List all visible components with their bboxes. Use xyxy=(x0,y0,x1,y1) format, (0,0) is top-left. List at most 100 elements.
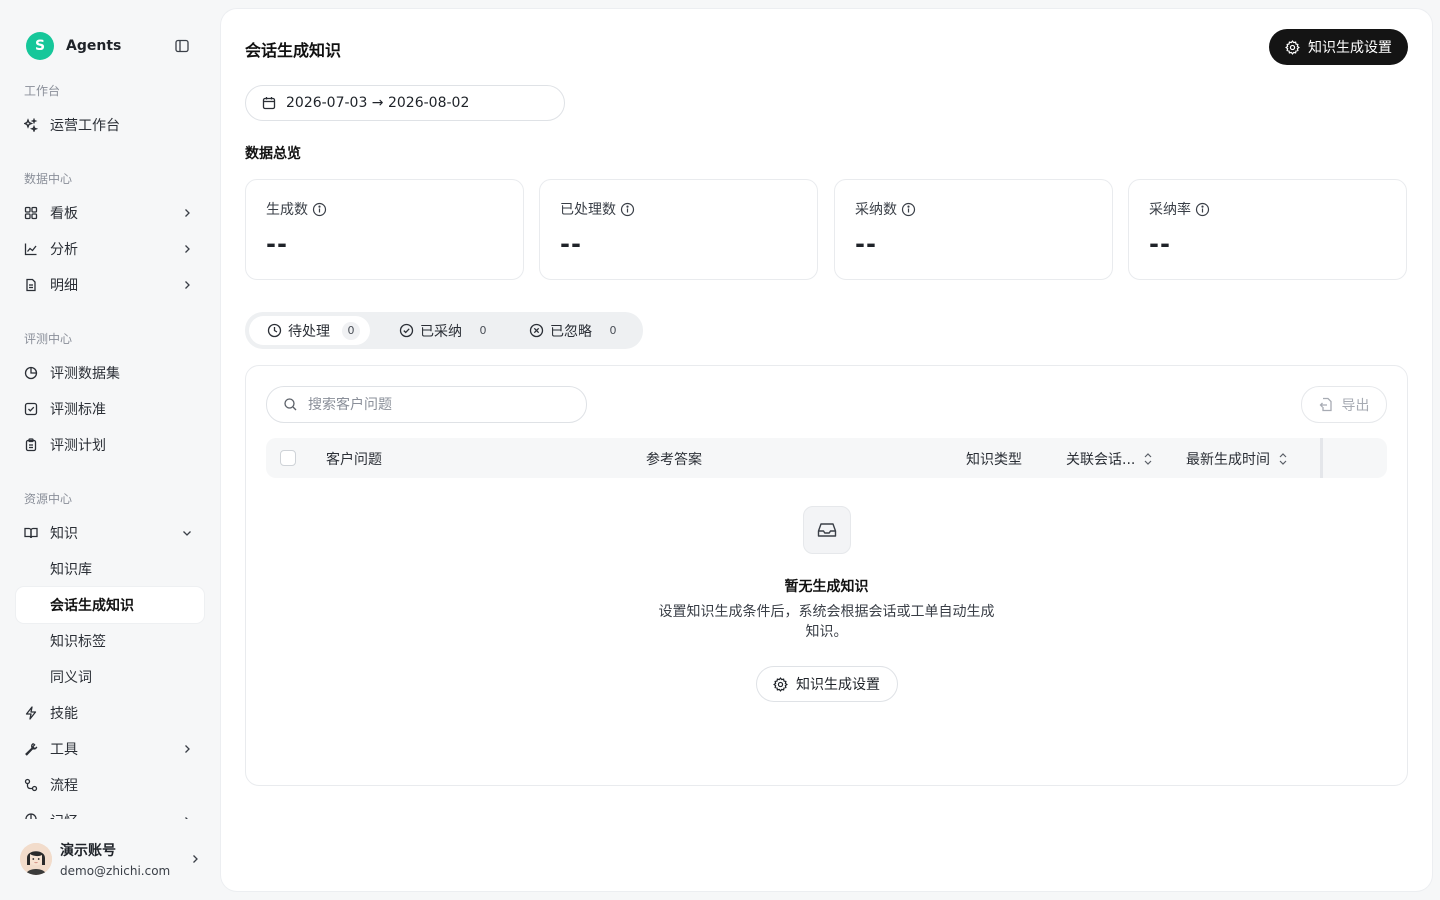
sidebar-item-label: 评测标准 xyxy=(50,402,106,418)
clipboard-icon xyxy=(24,438,38,452)
sidebar-item-synonyms[interactable]: 同义词 xyxy=(16,659,204,695)
chevron-right-icon xyxy=(182,744,192,754)
sidebar-item-label: 流程 xyxy=(50,778,78,794)
sidebar-item-knowledge[interactable]: 知识 xyxy=(16,515,204,551)
knowledge-table-card: 导出 客户问题 参考答案 知识类型 关联会话... 最新生成时间 暂无生成知识 … xyxy=(245,365,1408,786)
file-text-icon xyxy=(24,278,38,292)
section-label-data-center: 数据中心 xyxy=(24,172,73,186)
sidebar-item-flows[interactable]: 流程 xyxy=(16,767,204,803)
empty-title: 暂无生成知识 xyxy=(784,579,869,595)
section-label-resource-center: 资源中心 xyxy=(24,492,73,506)
sidebar-item-label: 知识库 xyxy=(50,562,92,578)
sidebar-item-knowledge-tags[interactable]: 知识标签 xyxy=(16,623,204,659)
tab-adopted[interactable]: 已采纳 0 xyxy=(381,316,502,345)
inbox-icon xyxy=(802,506,851,554)
overview-title: 数据总览 xyxy=(245,146,301,162)
sidebar-item-eval-dataset[interactable]: 评测数据集 xyxy=(16,355,204,391)
stat-label: 采纳数 xyxy=(855,202,897,218)
sidebar-item-knowledge-base[interactable]: 知识库 xyxy=(16,551,204,587)
search-input[interactable] xyxy=(308,396,558,413)
grid-icon xyxy=(24,206,38,220)
sidebar-item-label: 同义词 xyxy=(50,670,92,686)
info-icon[interactable] xyxy=(901,202,916,217)
column-header-answer: 参考答案 xyxy=(646,452,702,468)
column-header-latest-time[interactable]: 最新生成时间 xyxy=(1186,449,1288,469)
wrench-icon xyxy=(24,742,38,756)
workflow-icon xyxy=(24,778,38,792)
brain-icon xyxy=(24,811,38,819)
tab-ignored[interactable]: 已忽略 0 xyxy=(511,316,632,345)
file-export-icon xyxy=(1319,397,1334,412)
sidebar-item-memory[interactable]: 记忆 xyxy=(16,803,204,819)
chevron-right-icon xyxy=(182,244,192,254)
sidebar-item-label: 看板 xyxy=(50,206,78,222)
select-all-checkbox[interactable] xyxy=(280,450,296,466)
stat-card-generated: 生成数 -- xyxy=(245,179,524,280)
stat-card-adoption-rate: 采纳率 -- xyxy=(1128,179,1407,280)
sidebar-item-label: 评测计划 xyxy=(50,438,106,454)
tab-pending[interactable]: 待处理 0 xyxy=(249,316,370,345)
clock-icon xyxy=(267,323,282,338)
column-header-related-label: 关联会话... xyxy=(1066,452,1136,468)
sidebar-item-ops-workbench[interactable]: 运营工作台 xyxy=(16,107,204,143)
chevron-right-icon xyxy=(182,280,192,290)
column-header-type: 知识类型 xyxy=(966,452,1022,468)
sidebar-item-label: 会话生成知识 xyxy=(50,598,134,614)
tab-label: 已忽略 xyxy=(550,323,592,340)
sidebar-item-label: 知识标签 xyxy=(50,634,106,650)
main-panel: 会话生成知识 知识生成设置 2026-07-03 → 2026-08-02 数据… xyxy=(221,9,1432,891)
sidebar-item-tools[interactable]: 工具 xyxy=(16,731,204,767)
app-logo: S xyxy=(26,32,54,60)
sidebar-collapse-icon[interactable] xyxy=(174,38,190,54)
stat-value: -- xyxy=(266,230,288,258)
pie-chart-icon xyxy=(24,366,38,380)
column-header-related[interactable]: 关联会话... xyxy=(1066,449,1153,469)
stat-label: 采纳率 xyxy=(1149,202,1191,218)
search-box xyxy=(266,386,587,423)
info-icon[interactable] xyxy=(312,202,327,217)
avatar xyxy=(20,843,52,875)
sidebar-item-skills[interactable]: 技能 xyxy=(16,695,204,731)
stat-value: -- xyxy=(560,230,582,258)
line-chart-icon xyxy=(24,242,38,256)
sidebar-item-eval-plan[interactable]: 评测计划 xyxy=(16,427,204,463)
brand: S Agents xyxy=(26,32,196,60)
sidebar-item-label: 运营工作台 xyxy=(50,118,120,134)
sidebar-item-session-knowledge[interactable]: 会话生成知识 xyxy=(16,587,204,623)
sparkles-icon xyxy=(24,118,38,132)
stat-card-processed: 已处理数 -- xyxy=(539,179,818,280)
sidebar-item-detail[interactable]: 明细 xyxy=(16,267,204,303)
export-label: 导出 xyxy=(1341,397,1370,414)
chevron-right-icon xyxy=(182,816,192,819)
sidebar-item-dashboard[interactable]: 看板 xyxy=(16,195,204,231)
chevron-down-icon xyxy=(182,528,192,538)
knowledge-settings-button[interactable]: 知识生成设置 xyxy=(1269,29,1408,65)
status-tabs: 待处理 0 已采纳 0 已忽略 0 xyxy=(245,312,643,349)
stat-value: -- xyxy=(1149,230,1171,258)
table-header: 客户问题 参考答案 知识类型 关联会话... 最新生成时间 xyxy=(266,438,1387,478)
sort-icon xyxy=(1143,452,1153,466)
sidebar-item-label: 评测数据集 xyxy=(50,366,120,382)
export-button[interactable]: 导出 xyxy=(1301,386,1387,423)
app-name: Agents xyxy=(66,38,122,54)
user-profile[interactable]: 演示账号 demo@zhichi.com xyxy=(16,834,206,884)
section-label-workbench: 工作台 xyxy=(24,84,61,98)
sidebar: S Agents 工作台 运营工作台 数据中心 看板 分析 明细 评测中心 评测… xyxy=(0,0,220,900)
calendar-icon xyxy=(262,96,276,110)
empty-settings-button[interactable]: 知识生成设置 xyxy=(755,666,898,702)
x-circle-icon xyxy=(529,323,544,338)
sidebar-item-eval-standard[interactable]: 评测标准 xyxy=(16,391,204,427)
info-icon[interactable] xyxy=(620,202,635,217)
date-range-picker[interactable]: 2026-07-03 → 2026-08-02 xyxy=(245,85,565,121)
info-icon[interactable] xyxy=(1195,202,1210,217)
date-range-value: 2026-07-03 → 2026-08-02 xyxy=(286,95,470,111)
stat-value: -- xyxy=(855,230,877,258)
tab-label: 已采纳 xyxy=(420,323,462,340)
empty-state: 暂无生成知识 设置知识生成条件后，系统会根据会话或工单自动生成知识。 知识生成设… xyxy=(246,506,1407,702)
sidebar-item-label: 明细 xyxy=(50,278,78,294)
chevron-right-icon xyxy=(182,208,192,218)
sidebar-item-analysis[interactable]: 分析 xyxy=(16,231,204,267)
stat-label: 生成数 xyxy=(266,202,308,218)
sort-icon xyxy=(1278,452,1288,466)
sidebar-item-label: 记忆 xyxy=(50,811,78,819)
